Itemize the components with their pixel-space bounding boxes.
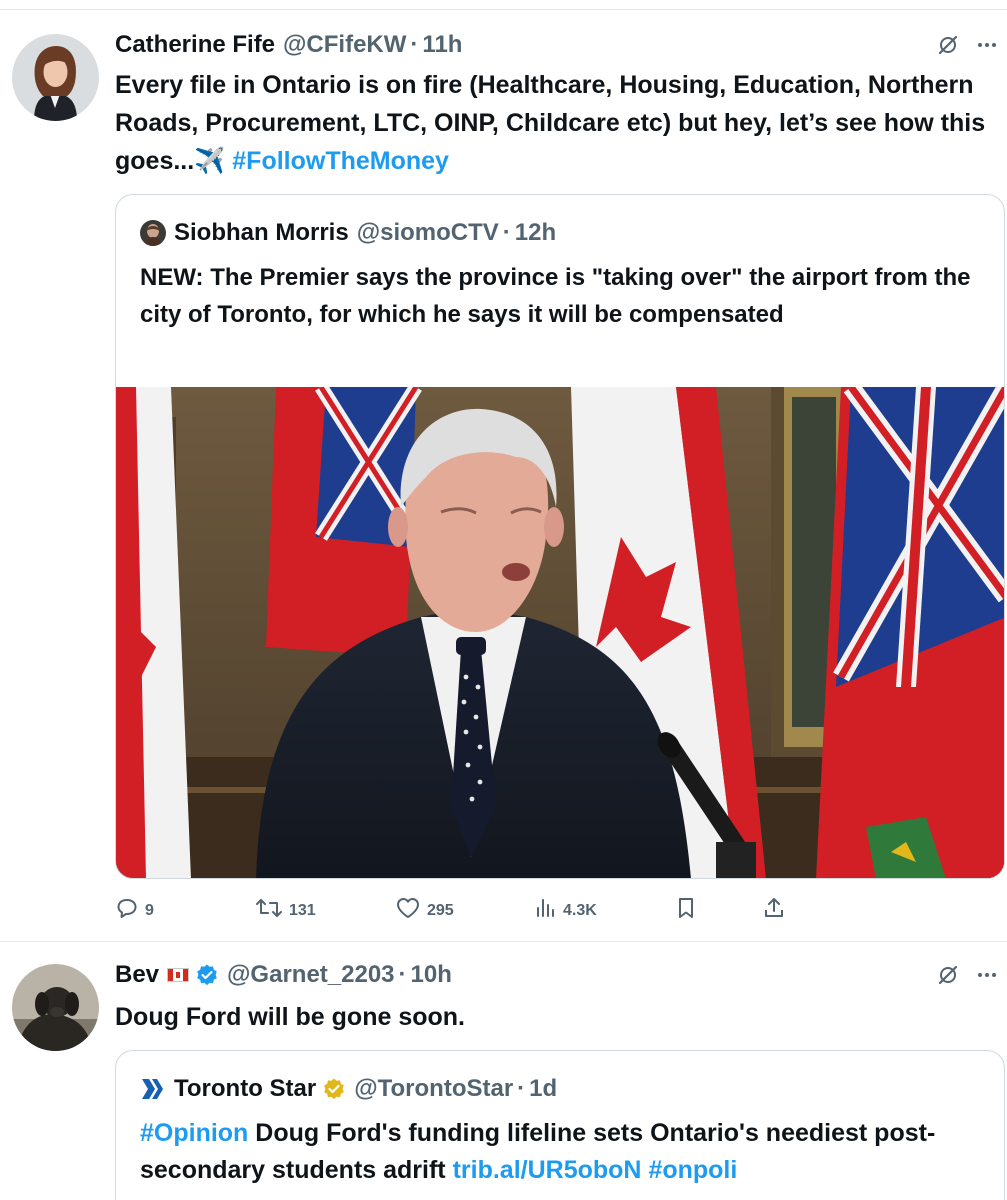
quoted-tweet-text: #Opinion Doug Ford's funding lifeline se… [140,1115,990,1189]
verified-badge-icon [195,963,219,987]
tweet-text: Doug Ford will be gone soon. [115,1003,465,1031]
tweet-actions: 9 131 295 4.3K [115,890,835,926]
author-handle[interactable]: @Garnet_2203 [227,961,395,989]
quoted-tweet-header: Toronto Star @TorontoStar · 1d [140,1073,557,1105]
views-count: 4.3K [563,901,597,919]
separator-dot: · [517,1075,526,1102]
repost-button[interactable]: 131 [255,896,316,925]
quoted-tweet-text: NEW: The Premier says the province is "t… [140,264,971,328]
grok-icon[interactable] [935,962,961,993]
share-button[interactable] [763,896,785,925]
quoted-tweet[interactable]: Siobhan Morris @siomoCTV · 12h NEW: The … [115,194,1005,879]
author-name[interactable]: Bev [115,961,159,989]
tweet-catherine-fife[interactable]: Catherine Fife @CFifeKW · 11h Every file… [0,0,1007,941]
airplane-emoji: ✈️ [194,147,226,175]
tweet-header: Bev @Garnet_2203 · 10h [115,958,452,992]
tweet-header: Catherine Fife @CFifeKW · 11h [115,28,462,62]
repost-count: 131 [289,901,316,919]
views-icon [535,896,557,925]
quoted-tweet[interactable]: Toronto Star @TorontoStar · 1d #Opinion … [115,1050,1005,1200]
separator-dot: · [502,219,511,246]
author-handle[interactable]: @CFifeKW [283,31,406,59]
reply-icon [115,896,139,925]
quoted-timestamp[interactable]: 12h [515,219,556,247]
avatar[interactable] [12,34,99,121]
more-icon[interactable] [975,963,999,992]
quoted-avatar [140,220,166,246]
timestamp[interactable]: 10h [411,961,452,989]
bookmark-icon [675,896,697,925]
canada-flag-icon [167,968,190,982]
separator-dot: · [398,961,407,988]
like-icon [395,896,421,925]
quoted-author-name[interactable]: Toronto Star [174,1075,316,1103]
quoted-author-name[interactable]: Siobhan Morris [174,219,349,247]
tweet-corner-actions [935,962,999,993]
reply-button[interactable]: 9 [115,896,154,925]
quoted-author-handle[interactable]: @TorontoStar [354,1075,513,1103]
quoted-tweet-header: Siobhan Morris @siomoCTV · 12h [140,217,556,249]
separator-dot: · [410,31,419,58]
views-button[interactable]: 4.3K [535,896,597,925]
like-count: 295 [427,901,454,919]
article-link[interactable]: trib.al/UR5oboN [453,1156,642,1184]
tweet-corner-actions [935,32,999,63]
quoted-timestamp[interactable]: 1d [529,1075,557,1103]
repost-icon [255,896,283,925]
toronto-star-logo-icon [140,1076,166,1102]
author-name[interactable]: Catherine Fife [115,31,275,59]
verified-badge-icon [322,1077,346,1101]
more-icon[interactable] [975,33,999,62]
like-button[interactable]: 295 [395,896,454,925]
tweet-text: Every file in Ontario is on fire (Health… [115,66,995,180]
timestamp[interactable]: 11h [422,31,462,59]
share-icon [763,896,785,925]
tweet-bev[interactable]: Bev @Garnet_2203 · 10h Doug Ford will be… [0,942,1007,1200]
quoted-tweet-photo[interactable] [116,387,1004,878]
reply-count: 9 [145,901,154,919]
hashtag-onpoli[interactable]: #onpoli [648,1156,737,1184]
grok-icon[interactable] [935,32,961,63]
hashtag-opinion[interactable]: #Opinion [140,1119,248,1147]
quoted-author-handle[interactable]: @siomoCTV [357,219,499,247]
avatar[interactable] [12,964,99,1051]
bookmark-button[interactable] [675,896,697,925]
hashtag-link[interactable]: #FollowTheMoney [232,147,449,175]
